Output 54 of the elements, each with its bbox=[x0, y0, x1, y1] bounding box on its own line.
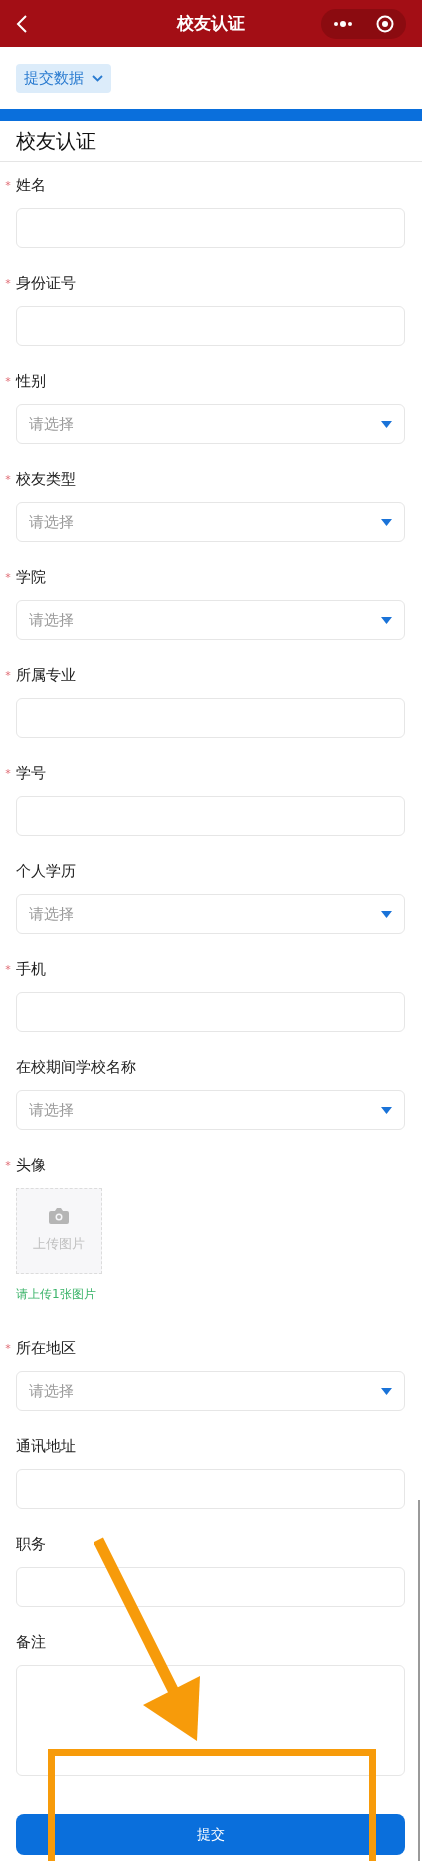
select-field[interactable]: 请选择 bbox=[16, 1090, 405, 1130]
input-field[interactable] bbox=[16, 698, 405, 738]
select-field[interactable]: 请选择 bbox=[16, 404, 405, 444]
caret-icon bbox=[381, 518, 392, 526]
field-label: 学院 bbox=[16, 566, 46, 588]
input-field[interactable] bbox=[16, 992, 405, 1032]
nav-title: 校友认证 bbox=[177, 11, 245, 35]
required-mark: * bbox=[5, 473, 11, 485]
caret-icon bbox=[381, 420, 392, 428]
input-field[interactable] bbox=[16, 208, 405, 248]
required-mark: * bbox=[5, 571, 11, 583]
field-label: 职务 bbox=[16, 1533, 46, 1555]
data-menu-button[interactable]: 提交数据 bbox=[16, 64, 111, 93]
field-label: 通讯地址 bbox=[16, 1435, 76, 1457]
field-label: 头像 bbox=[16, 1154, 46, 1176]
back-icon[interactable] bbox=[16, 13, 28, 34]
required-mark: * bbox=[5, 1342, 11, 1354]
field-label: 学号 bbox=[16, 762, 46, 784]
required-mark: * bbox=[5, 375, 11, 387]
caret-icon bbox=[381, 616, 392, 624]
input-field[interactable] bbox=[16, 1567, 405, 1607]
select-field[interactable]: 请选择 bbox=[16, 1371, 405, 1411]
required-mark: * bbox=[5, 767, 11, 779]
field-label: 个人学历 bbox=[16, 860, 76, 882]
field-label: 手机 bbox=[16, 958, 46, 980]
select-field[interactable]: 请选择 bbox=[16, 894, 405, 934]
input-field[interactable] bbox=[16, 1469, 405, 1509]
upload-hint: 请上传1张图片 bbox=[16, 1286, 96, 1303]
field-label: 所在地区 bbox=[16, 1337, 76, 1359]
chevron-down-icon bbox=[92, 75, 103, 82]
caret-icon bbox=[381, 910, 392, 918]
field-label: 校友类型 bbox=[16, 468, 76, 490]
form-title: 校友认证 bbox=[16, 128, 96, 155]
required-mark: * bbox=[5, 179, 11, 191]
caret-icon bbox=[381, 1106, 392, 1114]
required-mark: * bbox=[5, 1159, 11, 1171]
required-mark: * bbox=[5, 669, 11, 681]
field-label: 备注 bbox=[16, 1631, 46, 1653]
required-mark: * bbox=[5, 277, 11, 289]
field-label: 姓名 bbox=[16, 174, 46, 196]
input-field[interactable] bbox=[16, 796, 405, 836]
field-label: 在校期间学校名称 bbox=[16, 1056, 136, 1078]
field-label: 身份证号 bbox=[16, 272, 76, 294]
input-field[interactable] bbox=[16, 306, 405, 346]
field-label: 性别 bbox=[16, 370, 46, 392]
more-icon[interactable] bbox=[332, 20, 353, 27]
submit-button[interactable]: 提交 bbox=[16, 1814, 405, 1855]
field-label: 所属专业 bbox=[16, 664, 76, 686]
caret-icon bbox=[381, 1387, 392, 1395]
close-icon[interactable] bbox=[376, 14, 395, 33]
select-field[interactable]: 请选择 bbox=[16, 600, 405, 640]
camera-icon bbox=[49, 1208, 69, 1225]
required-mark: * bbox=[5, 963, 11, 975]
select-field[interactable]: 请选择 bbox=[16, 502, 405, 542]
